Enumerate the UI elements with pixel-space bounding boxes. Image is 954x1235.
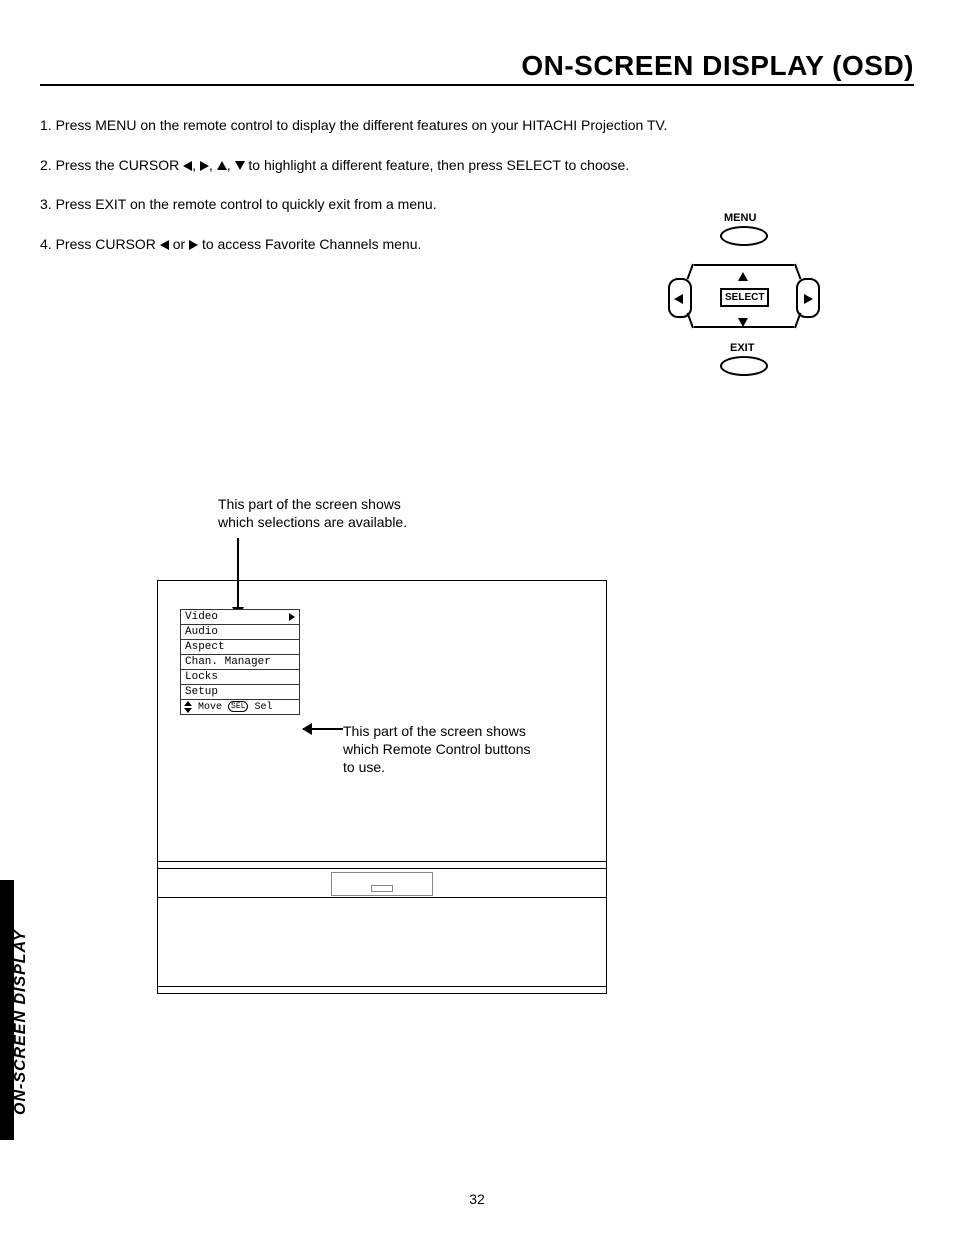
menu-item-label: Video <box>185 611 218 623</box>
menu-item-label: Setup <box>185 686 218 698</box>
instruction-1: 1. Press MENU on the remote control to d… <box>40 116 914 136</box>
menu-selected-icon <box>289 613 295 621</box>
callout-remote-line1: This part of the screen shows <box>343 723 526 739</box>
menu-item-setup: Setup <box>180 684 300 700</box>
callout-selections-line1: This part of the screen shows <box>218 496 401 512</box>
osd-menu: Video Audio Aspect Chan. Manager Locks S… <box>180 610 300 715</box>
cursor-left-icon <box>183 161 192 171</box>
remote-diagram: MENU SELECT EXIT <box>664 212 824 392</box>
exit-button-icon <box>720 356 768 376</box>
callout-selections-line2: which selections are available. <box>218 514 407 530</box>
instruction-1-text: 1. Press MENU on the remote control to d… <box>40 117 667 133</box>
tv-illustration: Video Audio Aspect Chan. Manager Locks S… <box>157 580 607 994</box>
cursor-right-icon <box>189 240 198 250</box>
menu-item-aspect: Aspect <box>180 639 300 655</box>
menu-button-icon <box>720 226 768 246</box>
instruction-4-post: to access Favorite Channels menu. <box>202 236 421 252</box>
dpad-right-icon <box>804 290 813 308</box>
menu-item-video: Video <box>180 609 300 625</box>
instruction-2: 2. Press the CURSOR , , , to highlight a… <box>40 156 914 176</box>
menu-item-label: Audio <box>185 626 218 638</box>
instruction-4-pre: 4. Press CURSOR <box>40 236 160 252</box>
select-button: SELECT <box>720 288 769 307</box>
page-number: 32 <box>469 1191 485 1207</box>
menu-hint-sel: Sel <box>254 702 272 713</box>
dpad-up-icon <box>738 268 748 286</box>
cursor-right-icon <box>200 161 209 171</box>
menu-item-locks: Locks <box>180 669 300 685</box>
callout-remote-line2: which Remote Control buttons <box>343 741 531 757</box>
sel-oval-icon: SEL <box>228 701 248 712</box>
cursor-down-icon <box>235 161 245 170</box>
instruction-3-text: 3. Press EXIT on the remote control to q… <box>40 196 437 212</box>
cursor-left-icon <box>160 240 169 250</box>
menu-item-label: Locks <box>185 671 218 683</box>
callout-selections: This part of the screen shows which sele… <box>218 495 468 531</box>
menu-item-label: Chan. Manager <box>185 656 271 668</box>
instruction-4-mid: or <box>173 236 189 252</box>
callout-arrow-left <box>303 728 343 730</box>
tv-panel-box <box>331 872 433 896</box>
menu-hint-bar: Move SEL Sel <box>180 699 300 715</box>
page-title: ON-SCREEN DISPLAY (OSD) <box>40 50 914 86</box>
menu-hint-move: Move <box>198 702 222 713</box>
dpad-left-icon <box>674 290 683 308</box>
callout-remote-buttons: This part of the screen shows which Remo… <box>343 722 543 777</box>
dpad-down-icon <box>738 314 748 332</box>
section-tab: ON-SCREEN DISPLAY <box>12 929 30 1115</box>
instruction-2-pre: 2. Press the CURSOR <box>40 157 183 173</box>
menu-item-audio: Audio <box>180 624 300 640</box>
menu-item-label: Aspect <box>185 641 225 653</box>
exit-label: EXIT <box>730 342 754 354</box>
cursor-up-icon <box>217 161 227 170</box>
menu-label: MENU <box>724 212 756 224</box>
menu-item-chan-manager: Chan. Manager <box>180 654 300 670</box>
callout-remote-line3: to use. <box>343 759 385 775</box>
updown-icon <box>184 702 192 712</box>
instruction-2-post: to highlight a different feature, then p… <box>248 157 629 173</box>
